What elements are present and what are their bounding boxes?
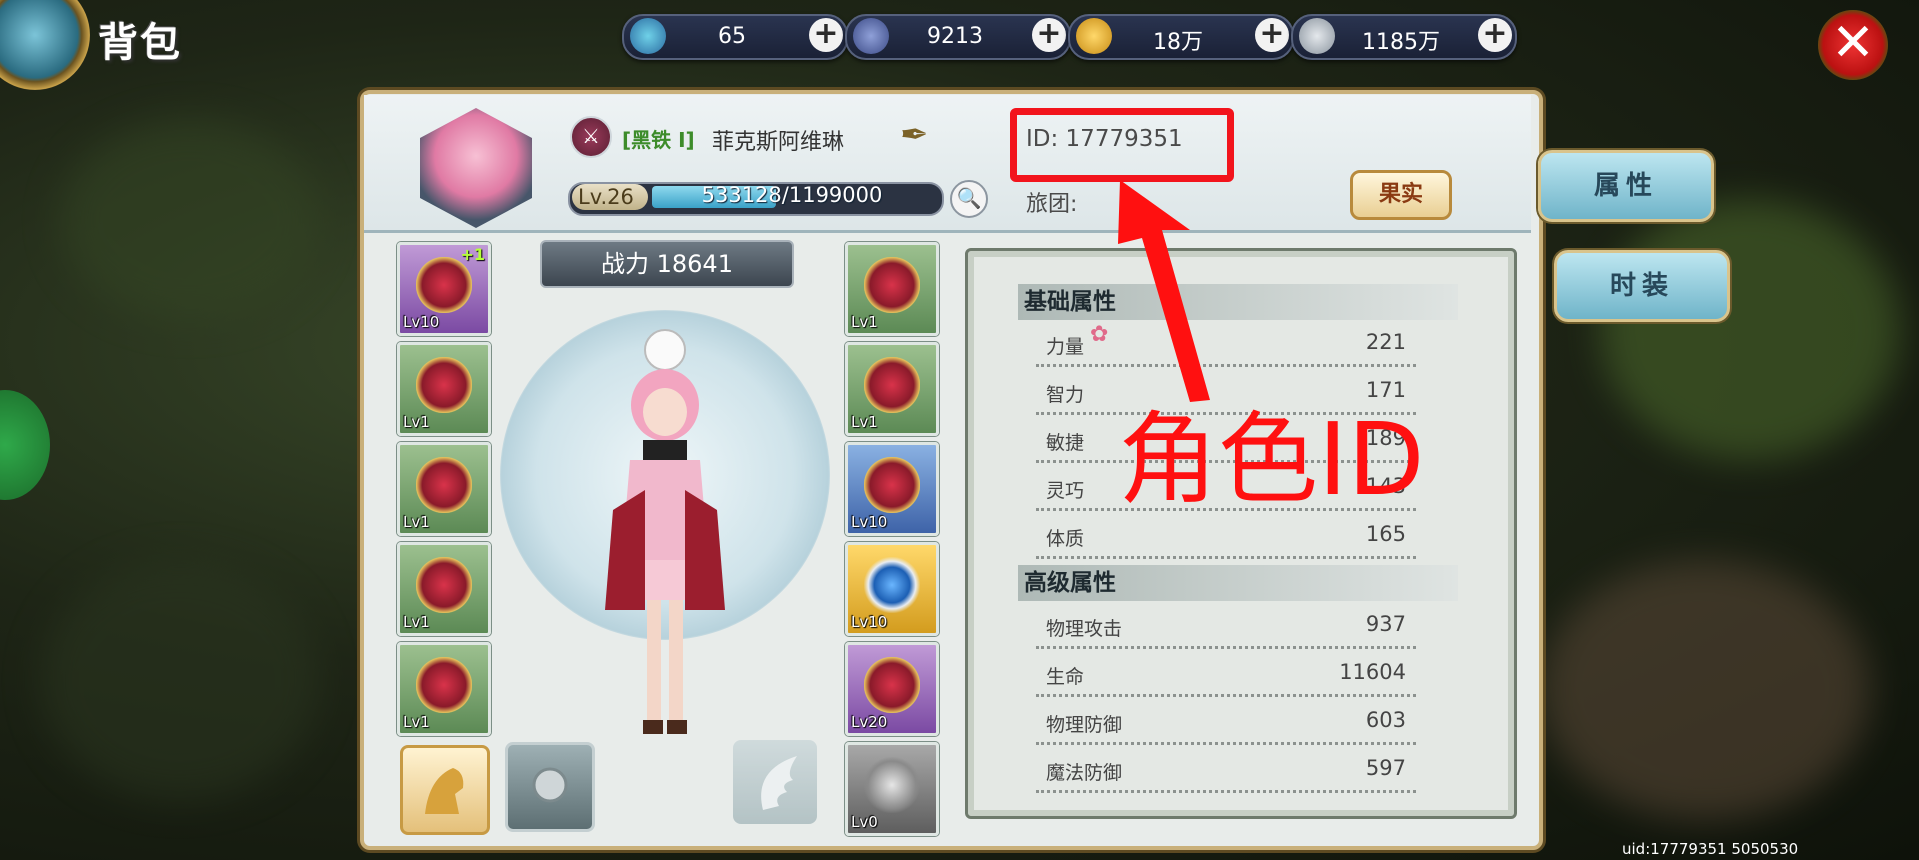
stat-value: 603 — [1365, 708, 1406, 732]
crystal-icon — [630, 18, 666, 54]
equipment-item-icon — [864, 357, 920, 413]
stat-name: 敏捷 — [1046, 432, 1085, 454]
equipment-slot[interactable]: +1 Lv10 — [397, 242, 491, 336]
stat-name: 智力 — [1046, 384, 1085, 406]
equipment-slot[interactable]: Lv20 — [845, 642, 939, 736]
annotation-label: 角色ID — [1118, 401, 1425, 518]
equipment-slot[interactable]: Lv1 — [845, 242, 939, 336]
silver-coin-icon — [1299, 18, 1335, 54]
equipment-slot[interactable]: Lv1 — [397, 342, 491, 436]
add-currency-button[interactable]: + — [809, 18, 843, 52]
rename-feather-icon[interactable]: ✒ — [900, 115, 929, 155]
currency-gold-coin: 18万 + — [1068, 14, 1294, 60]
stat-name: 力量 — [1046, 336, 1085, 358]
guild-label: 旅团: — [1026, 192, 1078, 217]
equipment-item-icon — [416, 657, 472, 713]
currency-blue-crystal: 65 + — [622, 14, 848, 60]
item-level: Lv1 — [851, 313, 878, 331]
character-model[interactable] — [585, 320, 745, 760]
stat-value: 11604 — [1339, 660, 1406, 684]
fruit-button[interactable]: 果实 — [1350, 170, 1452, 220]
equipment-item-icon — [864, 657, 920, 713]
wings-button[interactable] — [733, 740, 817, 824]
equipment-item-icon — [416, 457, 472, 513]
search-icon[interactable]: 🔍 — [950, 180, 988, 218]
tab-attributes[interactable]: 属性 — [1538, 150, 1714, 222]
stat-value: 597 — [1365, 756, 1406, 780]
combat-power: 战力 18641 — [540, 240, 794, 288]
level-badge: Lv.26 — [572, 184, 648, 210]
currency-value: 1185万 — [1362, 30, 1440, 55]
horse-icon — [425, 768, 464, 814]
item-level: Lv1 — [403, 613, 430, 631]
item-level: Lv10 — [403, 313, 440, 331]
stat-value: 937 — [1365, 612, 1406, 636]
item-level: Lv1 — [403, 413, 430, 431]
close-button[interactable]: ✕ — [1818, 10, 1888, 80]
stat-name: 灵巧 — [1046, 480, 1085, 502]
page-title: 背包 — [98, 20, 182, 66]
equipment-item-icon — [416, 557, 472, 613]
equipment-slot[interactable]: Lv1 — [397, 442, 491, 536]
item-level: Lv1 — [403, 713, 430, 731]
stat-row: 物理防御 603 — [1036, 700, 1416, 745]
locked-crystal-icon — [853, 18, 889, 54]
exp-text: 533128/1199000 — [701, 183, 883, 207]
tab-fashion[interactable]: 时装 — [1554, 250, 1730, 322]
stat-name: 物理攻击 — [1046, 618, 1123, 640]
stat-value: 165 — [1365, 522, 1406, 546]
player-name: 菲克斯阿维琳 — [712, 130, 845, 155]
mount-button[interactable] — [400, 745, 490, 835]
stat-name: 物理防御 — [1046, 714, 1123, 736]
equipment-slot[interactable]: Lv10 — [845, 442, 939, 536]
currency-value: 18万 — [1153, 30, 1203, 55]
annotation-arrow — [1118, 180, 1210, 402]
orb-button[interactable] — [505, 742, 595, 832]
rank-label: [黑铁 I] — [622, 128, 695, 152]
equipment-slot[interactable]: Lv10 — [845, 542, 939, 636]
equipment-slot[interactable]: Lv1 — [397, 542, 491, 636]
side-widget[interactable] — [0, 390, 50, 500]
currency-value: 9213 — [927, 24, 983, 49]
equipment-slot[interactable]: Lv1 — [845, 342, 939, 436]
equipment-item-icon — [864, 257, 920, 313]
equipment-item-icon — [864, 557, 920, 613]
enhance-badge: +1 — [460, 245, 485, 264]
item-level: Lv10 — [851, 513, 888, 531]
equipment-item-icon — [864, 457, 920, 513]
item-level: Lv10 — [851, 613, 888, 631]
gold-coin-icon — [1076, 18, 1112, 54]
stat-row: 物理攻击 937 — [1036, 604, 1416, 649]
equipment-item-icon — [416, 357, 472, 413]
compass-emblem-icon — [0, 0, 90, 90]
player-id: ID: 17779351 — [1026, 126, 1183, 152]
stat-name: 生命 — [1046, 666, 1085, 688]
currency-silver-coin: 1185万 + — [1291, 14, 1517, 60]
equipment-item-icon — [864, 757, 920, 813]
advanced-stats-header: 高级属性 — [1018, 565, 1458, 601]
equipment-slot[interactable]: Lv0 — [845, 742, 939, 836]
stat-row: 生命 11604 — [1036, 652, 1416, 697]
add-currency-button[interactable]: + — [1032, 18, 1066, 52]
equipment-slot[interactable]: Lv1 — [397, 642, 491, 736]
item-level: Lv0 — [851, 813, 878, 831]
currency-value: 65 — [718, 24, 746, 49]
wing-icon — [761, 756, 797, 810]
rank-sword-icon: ⚔ — [570, 116, 612, 158]
stat-row: 魔法防御 597 — [1036, 748, 1416, 793]
stat-name: 体质 — [1046, 528, 1085, 550]
item-level: Lv1 — [851, 413, 878, 431]
orb-icon — [532, 767, 568, 803]
currency-locked-crystal: 9213 + — [845, 14, 1071, 60]
stat-name: 魔法防御 — [1046, 762, 1123, 784]
stat-value: 221 — [1365, 330, 1406, 354]
item-level: Lv20 — [851, 713, 888, 731]
item-level: Lv1 — [403, 513, 430, 531]
add-currency-button[interactable]: + — [1255, 18, 1289, 52]
equipment-item-icon — [416, 257, 472, 313]
uid-footer: uid:17779351 5050530 — [1622, 840, 1799, 858]
add-currency-button[interactable]: + — [1478, 18, 1512, 52]
